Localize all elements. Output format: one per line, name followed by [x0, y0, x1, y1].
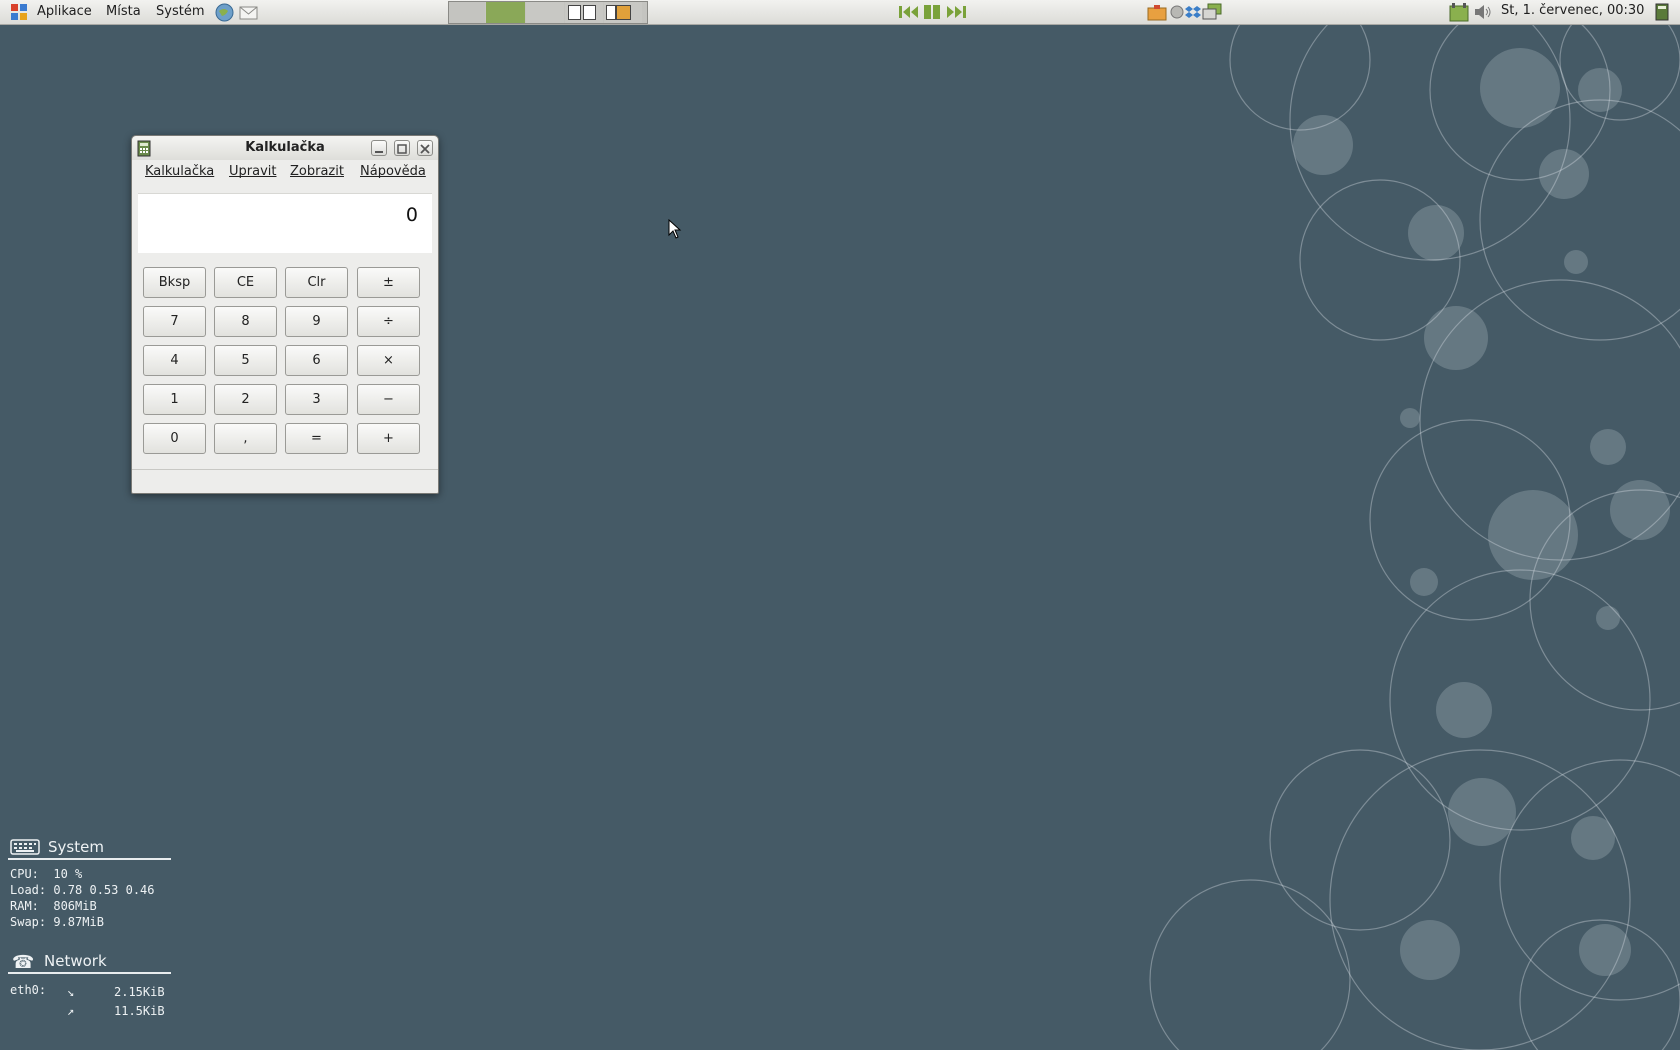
panel-clock[interactable]: St, 1. červenec, 00:30: [1501, 3, 1644, 18]
ram-line: RAM: 806MiB: [10, 899, 97, 913]
network-title: Network: [44, 952, 107, 970]
subtract-button[interactable]: −: [357, 384, 420, 415]
status-disc-icon[interactable]: [1170, 5, 1184, 23]
menu-system[interactable]: Systém: [156, 3, 204, 20]
next-track-icon[interactable]: [945, 4, 967, 24]
close-button[interactable]: [417, 140, 433, 156]
workspace-5[interactable]: [604, 2, 642, 23]
top-panel: Aplikace Místa Systém St, 1. červenec, 0…: [0, 0, 1680, 25]
divide-button[interactable]: ÷: [357, 306, 420, 337]
maximize-button[interactable]: [394, 140, 410, 156]
gnome-foot-icon[interactable]: [11, 4, 27, 20]
download-arrow-icon: ↘: [67, 985, 75, 999]
digit-7-button[interactable]: 7: [143, 306, 206, 337]
digit-3-button[interactable]: 3: [285, 384, 348, 415]
add-button[interactable]: +: [357, 423, 420, 454]
clear-entry-button[interactable]: CE: [214, 267, 277, 298]
clear-button[interactable]: Clr: [285, 267, 348, 298]
download-value: 2.15KiB: [114, 985, 165, 999]
minimize-button[interactable]: [371, 140, 387, 156]
digit-1-button[interactable]: 1: [143, 384, 206, 415]
workspace-2[interactable]: [486, 2, 525, 23]
calculator-titlebar[interactable]: Kalkulačka: [132, 136, 438, 160]
interface-label: eth0:: [10, 983, 47, 997]
menu-mista[interactable]: Místa: [106, 3, 141, 20]
workspace-4[interactable]: [565, 2, 603, 23]
package-updates-icon[interactable]: [1147, 3, 1167, 25]
menu-upravit[interactable]: Upravit: [229, 164, 276, 179]
equals-button[interactable]: =: [285, 423, 348, 454]
digit-4-button[interactable]: 4: [143, 345, 206, 376]
upload-value: 11.5KiB: [114, 1004, 165, 1018]
dropbox-icon[interactable]: [1185, 4, 1201, 24]
battery-calendar-icon[interactable]: [1449, 2, 1469, 26]
workspace-switcher[interactable]: [448, 1, 648, 24]
calculator-menubar: Kalkulačka Upravit Zobrazit Nápověda: [132, 162, 438, 182]
conky-system-heading: System: [8, 838, 171, 860]
display-value: 0: [405, 204, 418, 226]
swap-line: Swap: 9.87MiB: [10, 915, 104, 929]
network-status-icon[interactable]: [1202, 3, 1222, 25]
cpu-line: CPU: 10 %: [10, 867, 83, 881]
upload-arrow-icon: ↗: [67, 1004, 75, 1018]
multiply-button[interactable]: ×: [357, 345, 420, 376]
web-browser-launcher-icon[interactable]: [215, 3, 234, 26]
menu-napoveda[interactable]: Nápověda: [360, 164, 426, 179]
backspace-button[interactable]: Bksp: [143, 267, 206, 298]
digit-6-button[interactable]: 6: [285, 345, 348, 376]
volume-icon[interactable]: [1474, 4, 1492, 24]
sign-toggle-button[interactable]: ±: [357, 267, 420, 298]
digit-9-button[interactable]: 9: [285, 306, 348, 337]
system-title: System: [48, 838, 104, 856]
digit-2-button[interactable]: 2: [214, 384, 277, 415]
calculator-tray-icon[interactable]: [1655, 3, 1669, 25]
digit-0-button[interactable]: 0: [143, 423, 206, 454]
previous-track-icon[interactable]: [898, 4, 920, 24]
menu-kalkulacka[interactable]: Kalkulačka: [145, 164, 214, 179]
mail-launcher-icon[interactable]: [239, 3, 258, 26]
conky-network-heading: Network: [8, 952, 171, 974]
menu-zobrazit[interactable]: Zobrazit: [290, 164, 344, 179]
mouse-pointer-icon: [668, 218, 682, 243]
pause-icon[interactable]: [923, 4, 941, 24]
calculator-statusbar-separator: [132, 469, 438, 470]
digit-5-button[interactable]: 5: [214, 345, 277, 376]
decimal-separator-button[interactable]: ,: [214, 423, 277, 454]
load-line: Load: 0.78 0.53 0.46: [10, 883, 155, 897]
calculator-window: Kalkulačka Kalkulačka Upravit Zobrazit N…: [131, 135, 439, 494]
digit-8-button[interactable]: 8: [214, 306, 277, 337]
workspace-3[interactable]: [526, 2, 564, 23]
window-title: Kalkulačka: [245, 140, 325, 155]
calculator-display[interactable]: 0: [138, 193, 432, 253]
menu-aplikace[interactable]: Aplikace: [37, 3, 92, 20]
